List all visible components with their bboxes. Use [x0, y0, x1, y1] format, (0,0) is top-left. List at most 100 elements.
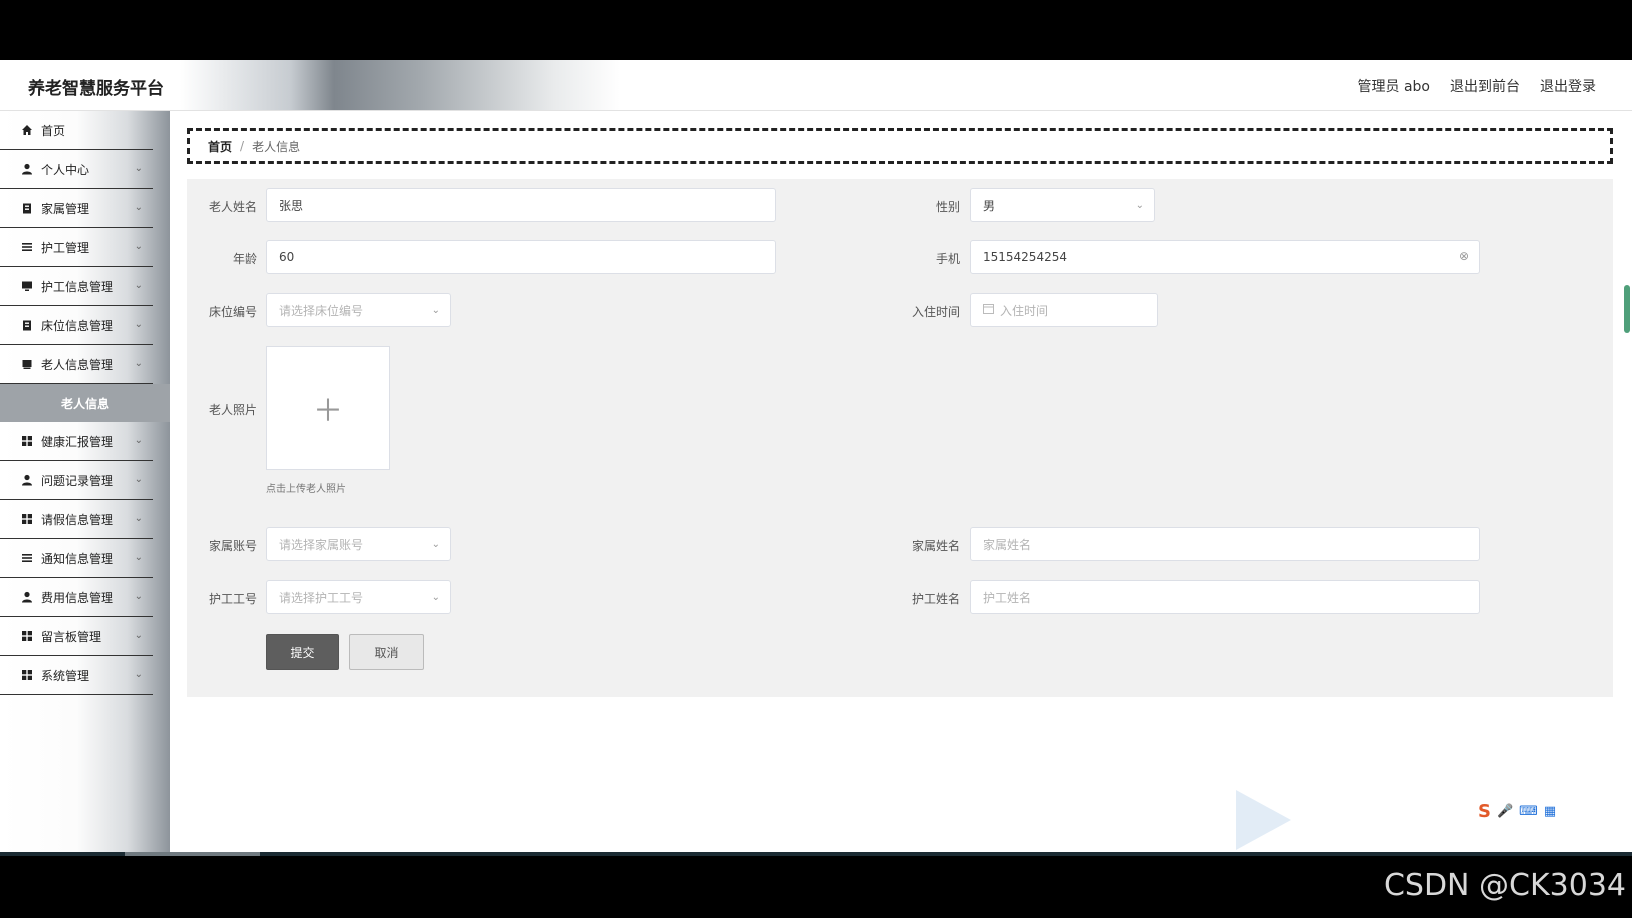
sidebar-item-issue-record[interactable]: 问题记录管理 ⌄: [0, 461, 153, 500]
sidebar: 首页 个人中心 ⌄ 家属管理 ⌄ 护工管理 ⌄ 护工信息管理 ⌄ 床位信息管理 …: [0, 111, 170, 856]
play-logo-icon: [1236, 790, 1291, 850]
list-icon: [21, 241, 33, 253]
sidebar-item-nurse[interactable]: 护工管理 ⌄: [0, 228, 153, 267]
chevron-down-icon: ⌄: [134, 591, 143, 602]
sidebar-item-home[interactable]: 首页: [0, 111, 153, 150]
family-name-input[interactable]: 家属姓名: [970, 527, 1480, 561]
plus-icon: ＋: [313, 394, 343, 429]
cancel-button[interactable]: 取消: [349, 634, 424, 670]
grid-icon: [21, 669, 33, 681]
sidebar-item-message-board[interactable]: 留言板管理 ⌄: [0, 617, 153, 656]
chevron-down-icon: ⌄: [134, 241, 143, 252]
photo-upload[interactable]: ＋: [266, 346, 390, 470]
sidebar-item-label: 健康汇报管理: [41, 434, 114, 449]
chevron-down-icon: ⌄: [1135, 200, 1144, 211]
bed-number-select[interactable]: 请选择床位编号 ⌄: [266, 293, 451, 327]
logout-link[interactable]: 退出登录: [1540, 76, 1596, 96]
clipboard-icon: [21, 202, 33, 214]
sidebar-item-system[interactable]: 系统管理 ⌄: [0, 656, 153, 695]
photo-label: 老人照片: [208, 403, 257, 417]
chevron-down-icon: ⌄: [134, 513, 143, 524]
breadcrumb-current: 老人信息: [252, 139, 301, 154]
chevron-down-icon: ⌄: [134, 280, 143, 291]
checkin-time-label: 入住时间: [911, 305, 960, 319]
exit-to-front-link[interactable]: 退出到前台: [1450, 76, 1520, 96]
home-icon: [21, 124, 33, 136]
app-window: 养老智慧服务平台 管理员 abo 退出到前台 退出登录 首页 个人中心 ⌄ 家属…: [0, 60, 1632, 856]
age-input[interactable]: 60: [266, 240, 776, 274]
header-nav: 管理员 abo 退出到前台 退出登录: [1358, 76, 1596, 96]
keyboard-icon[interactable]: ⌨: [1519, 804, 1538, 819]
chevron-down-icon: ⌄: [134, 630, 143, 641]
scrollbar-thumb[interactable]: [1624, 285, 1630, 333]
phone-label: 手机: [935, 252, 960, 266]
age-label: 年龄: [232, 252, 257, 266]
grid-icon: [21, 435, 33, 447]
sidebar-item-label: 留言板管理: [41, 629, 102, 644]
admin-user-label[interactable]: 管理员 abo: [1358, 76, 1430, 96]
family-account-select[interactable]: 请选择家属账号 ⌄: [266, 527, 451, 561]
gender-value: 男: [983, 198, 996, 213]
ime-toolbar: S 🎤 ⌨ ▦: [1478, 798, 1556, 824]
chevron-down-icon: ⌄: [134, 435, 143, 446]
nurse-id-placeholder: 请选择护工工号: [279, 590, 364, 605]
grid-icon[interactable]: ▦: [1544, 804, 1556, 819]
breadcrumb-home[interactable]: 首页: [208, 138, 232, 155]
sidebar-item-nurse-info[interactable]: 护工信息管理 ⌄: [0, 267, 153, 306]
sidebar-item-fee-info[interactable]: 费用信息管理 ⌄: [0, 578, 153, 617]
chevron-down-icon: ⌄: [431, 305, 440, 316]
gender-select[interactable]: 男 ⌄: [970, 188, 1155, 222]
list-icon: [21, 552, 33, 564]
family-account-placeholder: 请选择家属账号: [279, 537, 364, 552]
chevron-down-icon: ⌄: [134, 163, 143, 174]
breadcrumb: 首页 / 老人信息: [187, 128, 1613, 164]
sidebar-item-label: 系统管理: [41, 668, 90, 683]
sidebar-item-label: 问题记录管理: [41, 473, 114, 488]
sidebar-item-label: 首页: [41, 123, 66, 138]
name-input[interactable]: 张思: [266, 188, 776, 222]
chevron-down-icon: ⌄: [134, 474, 143, 485]
sidebar-item-label: 请假信息管理: [41, 512, 114, 527]
sidebar-item-label: 个人中心: [41, 162, 90, 177]
ime-logo-icon: S: [1478, 800, 1491, 822]
breadcrumb-separator: /: [240, 139, 245, 153]
sidebar-item-elder-info[interactable]: 老人信息管理 ⌄: [0, 345, 153, 384]
sidebar-item-label: 护工管理: [41, 240, 90, 255]
microphone-icon[interactable]: 🎤: [1497, 804, 1513, 819]
csdn-watermark: CSDN @CK3034: [1383, 868, 1626, 903]
monitor-icon: [21, 280, 33, 292]
sidebar-item-personal-center[interactable]: 个人中心 ⌄: [0, 150, 153, 189]
sidebar-item-label: 通知信息管理: [41, 551, 114, 566]
sidebar-item-label: 护工信息管理: [41, 279, 114, 294]
bed-number-placeholder: 请选择床位编号: [279, 303, 364, 318]
sidebar-subitem-elder-info[interactable]: 老人信息: [0, 384, 170, 422]
sidebar-item-notice-info[interactable]: 通知信息管理 ⌄: [0, 539, 153, 578]
sidebar-item-label: 家属管理: [41, 201, 90, 216]
taskbar-strip: [0, 852, 1632, 856]
user-icon: [21, 474, 33, 486]
nurse-name-label: 护工姓名: [911, 592, 960, 606]
nurse-name-input[interactable]: 护工姓名: [970, 580, 1480, 614]
nurse-id-select[interactable]: 请选择护工工号 ⌄: [266, 580, 451, 614]
family-name-label: 家属姓名: [911, 539, 960, 553]
clear-icon[interactable]: ⊗: [1459, 249, 1469, 263]
header-gradient-decoration: [180, 60, 620, 110]
sidebar-item-bed-info[interactable]: 床位信息管理 ⌄: [0, 306, 153, 345]
calendar-icon: [983, 303, 994, 317]
grid-icon: [21, 513, 33, 525]
phone-value: 15154254254: [983, 250, 1067, 264]
user-icon: [21, 591, 33, 603]
top-header: 养老智慧服务平台 管理员 abo 退出到前台 退出登录: [0, 60, 1632, 111]
chevron-down-icon: ⌄: [431, 592, 440, 603]
sidebar-item-family[interactable]: 家属管理 ⌄: [0, 189, 153, 228]
sidebar-item-label: 费用信息管理: [41, 590, 114, 605]
chevron-down-icon: ⌄: [134, 358, 143, 369]
phone-input[interactable]: 15154254254 ⊗: [970, 240, 1480, 274]
clipboard-icon: [21, 319, 33, 331]
submit-button[interactable]: 提交: [266, 634, 339, 670]
sidebar-item-leave-info[interactable]: 请假信息管理 ⌄: [0, 500, 153, 539]
photo-upload-hint: 点击上传老人照片: [266, 484, 346, 495]
sidebar-item-health-report[interactable]: 健康汇报管理 ⌄: [0, 422, 153, 461]
family-account-label: 家属账号: [208, 539, 257, 553]
checkin-time-picker[interactable]: 入住时间: [970, 293, 1158, 327]
